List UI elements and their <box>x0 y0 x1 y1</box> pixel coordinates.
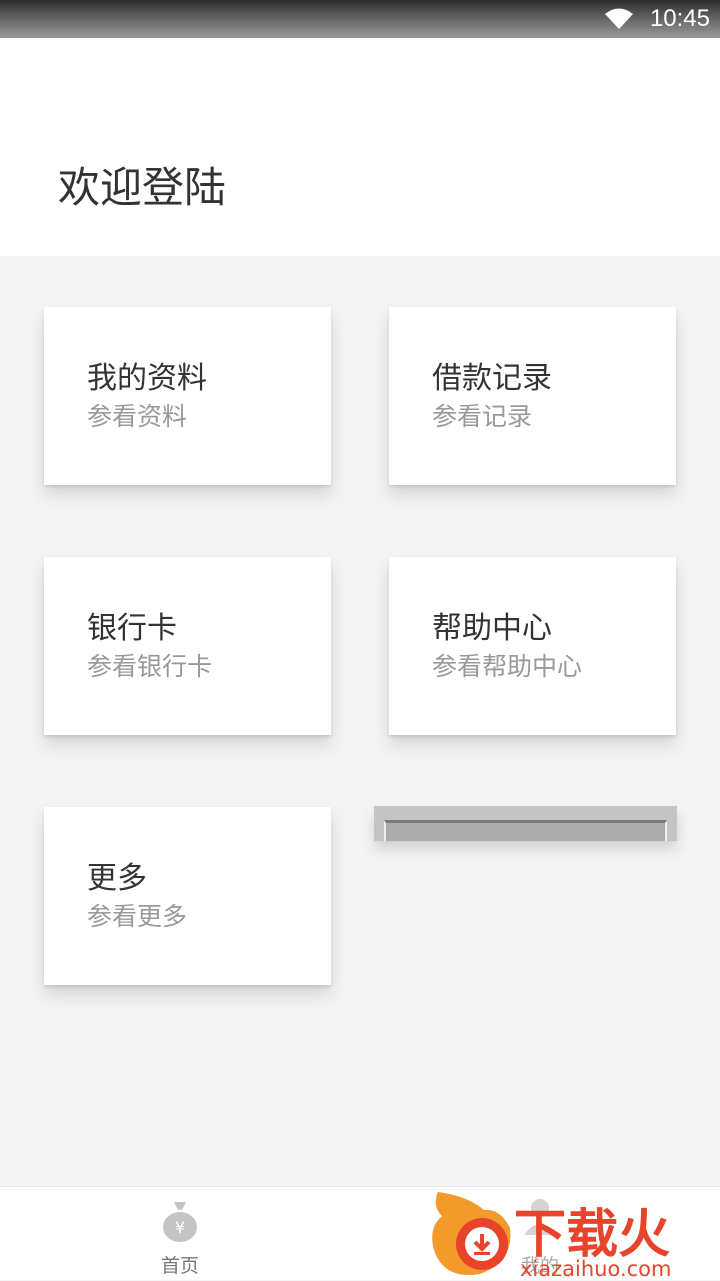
header: 欢迎登陆 <box>0 38 720 256</box>
card-subtitle: 参看更多 <box>87 902 188 931</box>
card-subtitle: 参看银行卡 <box>87 652 213 681</box>
card-subtitle: 参看记录 <box>432 402 533 431</box>
nav-home-label: 首页 <box>160 1255 199 1277</box>
page-title: 欢迎登陆 <box>58 163 227 212</box>
card-title: 借款记录 <box>432 361 552 396</box>
card-help-center[interactable]: 帮助中心 参看帮助中心 <box>389 557 676 735</box>
card-title: 我的资料 <box>87 361 207 396</box>
card-bank-card[interactable]: 银行卡 参看银行卡 <box>44 557 331 735</box>
card-title: 帮助中心 <box>432 611 552 646</box>
card-title: 银行卡 <box>87 611 177 646</box>
nav-item-home[interactable]: ¥ 首页 <box>130 1187 230 1281</box>
svg-text:xiazaihuo.com: xiazaihuo.com <box>520 1257 671 1280</box>
card-loan-records[interactable]: 借款记录 参看记录 <box>389 307 676 485</box>
status-bar: 10:45 <box>0 0 720 38</box>
placeholder-card <box>374 806 677 841</box>
moneybag-icon: ¥ <box>163 1202 197 1242</box>
card-more[interactable]: 更多 参看更多 <box>44 807 331 985</box>
card-title: 更多 <box>87 861 147 896</box>
watermark: 下载火 xiazaihuo.com <box>428 1188 720 1280</box>
status-time: 10:45 <box>649 5 710 32</box>
card-subtitle: 参看资料 <box>87 402 188 431</box>
wifi-icon <box>605 8 633 29</box>
watermark-logo: 下载火 xiazaihuo.com <box>432 1192 671 1280</box>
svg-text:¥: ¥ <box>175 1218 185 1237</box>
card-subtitle: 参看帮助中心 <box>432 652 583 681</box>
svg-text:下载火: 下载火 <box>514 1205 670 1265</box>
placeholder-card-inner <box>384 820 667 841</box>
card-my-profile[interactable]: 我的资料 参看资料 <box>44 307 331 485</box>
